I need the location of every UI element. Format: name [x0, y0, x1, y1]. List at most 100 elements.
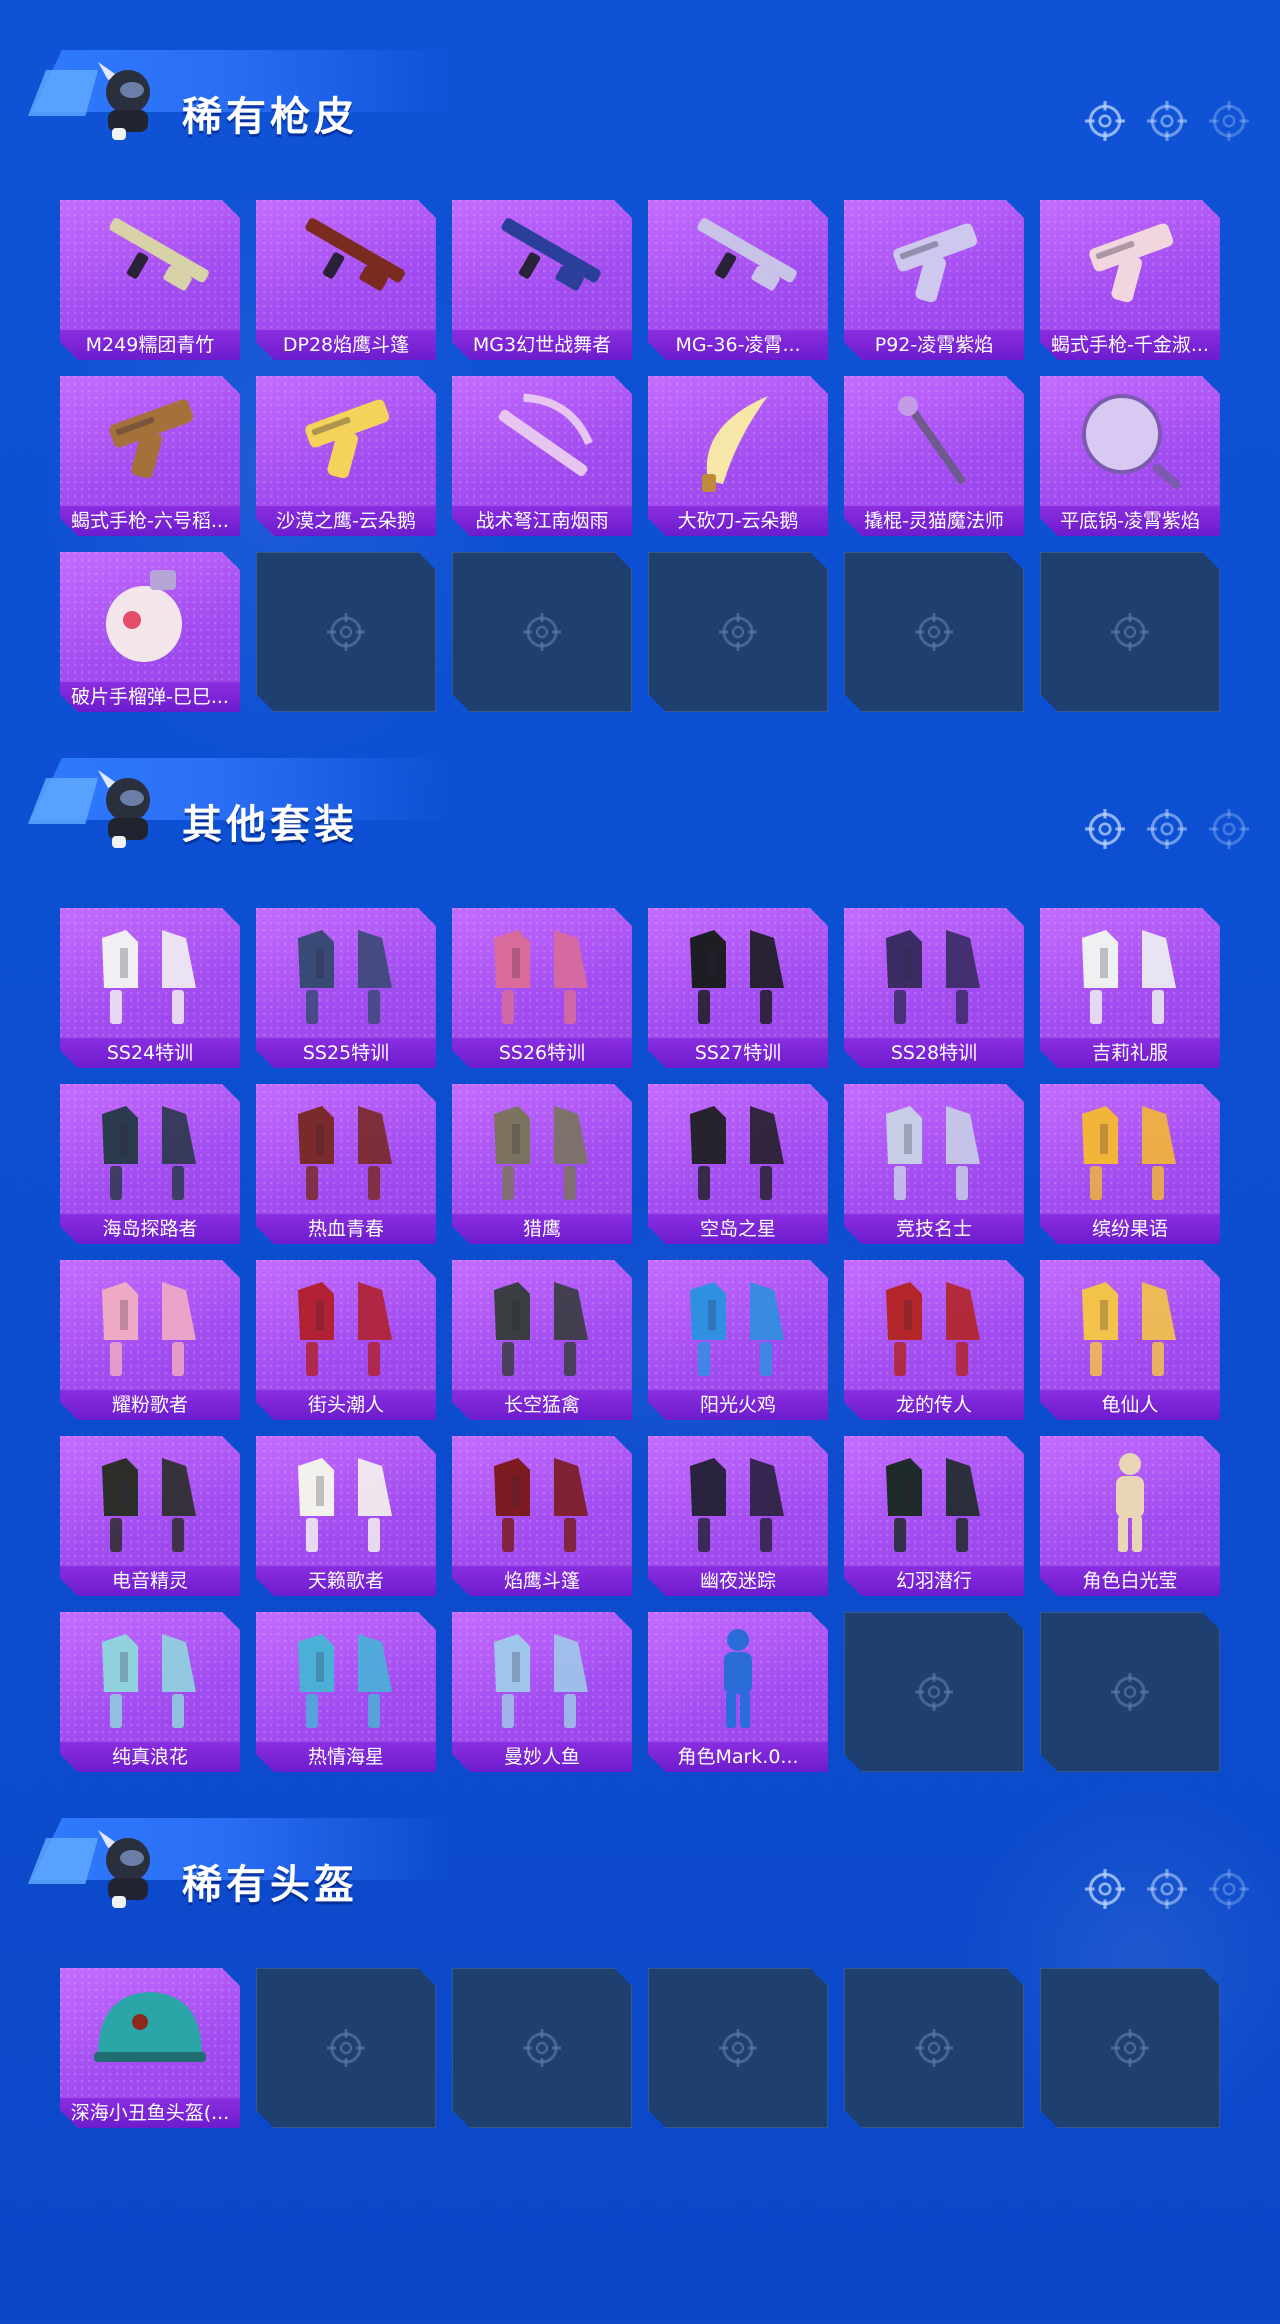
- smg-icon: [80, 386, 220, 496]
- item-card[interactable]: 街头潮人: [256, 1260, 436, 1420]
- item-card[interactable]: SS27特训: [648, 908, 828, 1068]
- item-label: 阳光火鸡: [648, 1390, 828, 1420]
- item-card[interactable]: SS24特训: [60, 908, 240, 1068]
- item-card[interactable]: SS25特训: [256, 908, 436, 1068]
- item-label: 吉莉礼服: [1040, 1038, 1220, 1068]
- item-label: 沙漠之鹰-云朵鹅: [256, 506, 436, 536]
- item-label: 长空猛禽: [452, 1390, 632, 1420]
- item-card[interactable]: 缤纷果语: [1040, 1084, 1220, 1244]
- item-card[interactable]: 空岛之星: [648, 1084, 828, 1244]
- item-card[interactable]: SS28特训: [844, 908, 1024, 1068]
- item-label: 幻羽潜行: [844, 1566, 1024, 1596]
- pan-icon: [1060, 386, 1200, 496]
- item-label: 角色白光莹: [1040, 1566, 1220, 1596]
- item-label: 蝎式手枪-千金淑...: [1040, 330, 1220, 360]
- item-card[interactable]: 曼妙人鱼: [452, 1612, 632, 1772]
- item-card[interactable]: 热情海星: [256, 1612, 436, 1772]
- item-card[interactable]: 大砍刀-云朵鹅: [648, 376, 828, 536]
- item-label: MG3幻世战舞者: [452, 330, 632, 360]
- item-label: 海岛探路者: [60, 1214, 240, 1244]
- empty-slot: [648, 1968, 828, 2128]
- machine-gun-icon: [80, 210, 220, 320]
- empty-slot: [1040, 552, 1220, 712]
- item-card[interactable]: 天籁歌者: [256, 1436, 436, 1596]
- item-card[interactable]: MG-36-凌霄...: [648, 200, 828, 360]
- item-card[interactable]: 幻羽潜行: [844, 1436, 1024, 1596]
- item-label: SS25特训: [256, 1038, 436, 1068]
- outfit-icon: [472, 1622, 612, 1732]
- item-card[interactable]: 耀粉歌者: [60, 1260, 240, 1420]
- item-card[interactable]: 焰鹰斗篷: [452, 1436, 632, 1596]
- item-card[interactable]: SS26特训: [452, 908, 632, 1068]
- item-label: 热血青春: [256, 1214, 436, 1244]
- outfit-icon: [80, 1446, 220, 1556]
- pistol-icon: [276, 386, 416, 496]
- item-card[interactable]: 龙的传人: [844, 1260, 1024, 1420]
- item-card[interactable]: 纯真浪花: [60, 1612, 240, 1772]
- target-icon: [1085, 1869, 1125, 1909]
- item-card[interactable]: MG3幻世战舞者: [452, 200, 632, 360]
- outfit-icon: [276, 1094, 416, 1204]
- item-card[interactable]: 阳光火鸡: [648, 1260, 828, 1420]
- target-icon: [1147, 101, 1187, 141]
- item-card[interactable]: 竞技名士: [844, 1084, 1024, 1244]
- header-target-icons: [1084, 808, 1250, 850]
- rifle-icon: [668, 210, 808, 320]
- item-card[interactable]: 长空猛禽: [452, 1260, 632, 1420]
- section-header: 稀有头盔: [0, 1768, 1280, 1909]
- target-icon: [522, 612, 562, 652]
- item-card[interactable]: 蝎式手枪-六号稻...: [60, 376, 240, 536]
- outfit-icon: [472, 1446, 612, 1556]
- inventory-section: 其他套装 SS24特训 SS25特训 SS26特训 SS27特训 SS28特训 吉莉礼服 海岛…: [0, 708, 1280, 818]
- crossbow-icon: [472, 386, 612, 496]
- item-card[interactable]: 撬棍-灵猫魔法师: [844, 376, 1024, 536]
- outfit-icon: [668, 1094, 808, 1204]
- section-title: 稀有枪皮: [182, 94, 358, 140]
- item-label: 焰鹰斗篷: [452, 1566, 632, 1596]
- item-label: 平底锅-凌霄紫焰: [1040, 506, 1220, 536]
- item-label: 天籁歌者: [256, 1566, 436, 1596]
- section-header: 其他套装: [0, 708, 1280, 849]
- target-icon: [326, 612, 366, 652]
- item-card[interactable]: 电音精灵: [60, 1436, 240, 1596]
- target-icon: [1209, 809, 1249, 849]
- item-card[interactable]: 沙漠之鹰-云朵鹅: [256, 376, 436, 536]
- item-label: 深海小丑鱼头盔(...: [60, 2098, 240, 2128]
- item-card[interactable]: M249糯团青竹: [60, 200, 240, 360]
- machine-gun-icon: [276, 210, 416, 320]
- item-card[interactable]: 吉莉礼服: [1040, 908, 1220, 1068]
- item-label: 龙的传人: [844, 1390, 1024, 1420]
- header-target-icons: [1084, 1868, 1250, 1910]
- target-icon: [1110, 612, 1150, 652]
- item-label: 猎鹰: [452, 1214, 632, 1244]
- item-label: 空岛之星: [648, 1214, 828, 1244]
- item-card[interactable]: 龟仙人: [1040, 1260, 1220, 1420]
- item-card[interactable]: 热血青春: [256, 1084, 436, 1244]
- crowbar-icon: [864, 386, 1004, 496]
- outfit-icon: [80, 918, 220, 1028]
- item-card[interactable]: 蝎式手枪-千金淑...: [1040, 200, 1220, 360]
- machine-gun-icon: [472, 210, 612, 320]
- helmet-icon: [80, 1978, 220, 2088]
- item-card[interactable]: P92-凌霄紫焰: [844, 200, 1024, 360]
- item-card[interactable]: 角色Mark.0...: [648, 1612, 828, 1772]
- target-icon: [1085, 101, 1125, 141]
- item-card[interactable]: 平底锅-凌霄紫焰: [1040, 376, 1220, 536]
- empty-slot: [844, 552, 1024, 712]
- item-label: SS26特训: [452, 1038, 632, 1068]
- item-card[interactable]: 深海小丑鱼头盔(...: [60, 1968, 240, 2128]
- item-card[interactable]: 角色白光莹: [1040, 1436, 1220, 1596]
- item-card[interactable]: DP28焰鹰斗篷: [256, 200, 436, 360]
- outfit-icon: [864, 1270, 1004, 1380]
- outfit-icon: [668, 1270, 808, 1380]
- item-card[interactable]: 海岛探路者: [60, 1084, 240, 1244]
- item-card[interactable]: 破片手榴弹-巳巳...: [60, 552, 240, 712]
- item-label: M249糯团青竹: [60, 330, 240, 360]
- item-card[interactable]: 战术弩江南烟雨: [452, 376, 632, 536]
- character-icon: [668, 1622, 808, 1732]
- item-card[interactable]: 猎鹰: [452, 1084, 632, 1244]
- target-icon: [718, 612, 758, 652]
- empty-slot: [844, 1968, 1024, 2128]
- item-label: 缤纷果语: [1040, 1214, 1220, 1244]
- item-card[interactable]: 幽夜迷踪: [648, 1436, 828, 1596]
